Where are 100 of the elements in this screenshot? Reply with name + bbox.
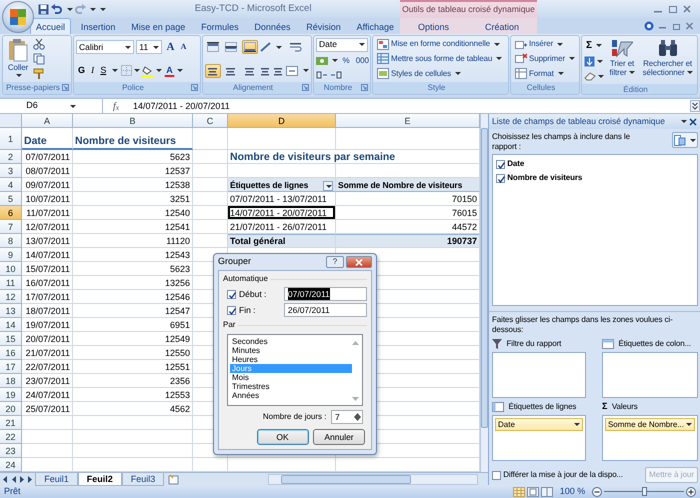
drop-area[interactable]: Somme de Nombre...	[602, 415, 698, 461]
column-header[interactable]: C	[193, 114, 228, 128]
decrease-decimal-icon[interactable]	[330, 70, 342, 80]
caret-icon[interactable]	[686, 423, 692, 426]
help-icon[interactable]	[644, 21, 654, 31]
spreadsheet-cell[interactable]	[73, 416, 193, 430]
spreadsheet-cell[interactable]: 09/07/2011	[22, 178, 73, 192]
caret-icon[interactable]	[628, 71, 635, 74]
spreadsheet-cell[interactable]: Total général	[228, 234, 336, 248]
list-option[interactable]: Années	[230, 391, 352, 400]
zoom-in-icon[interactable]	[686, 486, 696, 496]
dialog-launcher-icon[interactable]	[62, 84, 69, 91]
row-header[interactable]: 6	[0, 206, 22, 220]
conditional-format-button[interactable]: Mise en forme conditionnelle	[375, 37, 504, 52]
spreadsheet-cell[interactable]	[22, 444, 73, 458]
row-header[interactable]: 5	[0, 192, 22, 206]
sheet-tab[interactable]: Feuil3	[122, 473, 164, 486]
row-header[interactable]: 21	[0, 416, 22, 430]
spreadsheet-cell[interactable]	[73, 444, 193, 458]
row-header[interactable]: 9	[0, 248, 22, 262]
checkbox[interactable]	[227, 290, 236, 298]
spreadsheet-cell[interactable]: 12553	[73, 388, 193, 402]
spreadsheet-cell[interactable]: 16/07/2011	[22, 276, 73, 290]
row-header[interactable]: 12	[0, 290, 22, 304]
spreadsheet-cell[interactable]: 14/07/2011	[22, 248, 73, 262]
last-sheet-icon[interactable]	[27, 476, 33, 483]
row-header[interactable]: 3	[0, 164, 22, 178]
caret-icon[interactable]	[569, 57, 576, 60]
eraser-icon[interactable]	[584, 71, 596, 82]
list-option[interactable]: Secondes	[230, 337, 352, 346]
caret-icon[interactable]	[574, 423, 580, 426]
ribbon-tab[interactable]: Accueil	[30, 18, 72, 34]
drop-area[interactable]: Date	[492, 415, 586, 461]
caret-icon[interactable]	[156, 69, 162, 72]
spreadsheet-cell[interactable]: 12540	[73, 206, 193, 220]
spreadsheet-cell[interactable]	[193, 206, 228, 220]
spreadsheet-cell[interactable]: 4562	[73, 402, 193, 416]
underline-button[interactable]: S	[98, 64, 108, 78]
caret-icon[interactable]	[598, 74, 604, 78]
row-header[interactable]: 18	[0, 374, 22, 388]
spreadsheet-cell[interactable]: 07/07/2011 - 13/07/2011	[228, 192, 336, 206]
row-header[interactable]: 11	[0, 276, 22, 290]
column-header[interactable]: B	[73, 114, 193, 128]
paste-icon[interactable]	[7, 38, 29, 62]
field-chip[interactable]: Date	[495, 418, 583, 431]
number-format-field[interactable]: Date	[316, 38, 368, 52]
zoom-slider-thumb[interactable]	[642, 487, 647, 496]
layout-button[interactable]	[672, 132, 698, 148]
align-left-button[interactable]	[205, 64, 221, 78]
caret-icon[interactable]	[276, 46, 282, 49]
spreadsheet-cell[interactable]: 76015	[336, 206, 480, 220]
spreadsheet-cell[interactable]	[73, 430, 193, 444]
name-box[interactable]: D6	[0, 99, 103, 113]
bold-button[interactable]: G	[76, 64, 87, 78]
spreadsheet-cell[interactable]: 08/07/2011	[22, 164, 73, 178]
spreadsheet-cell[interactable]: 12541	[73, 220, 193, 234]
fill-down-icon[interactable]	[584, 56, 595, 68]
ribbon-tab[interactable]: Révision	[300, 18, 347, 34]
fill-color-icon[interactable]	[142, 64, 154, 77]
caret-icon[interactable]	[70, 104, 76, 108]
spreadsheet-cell[interactable]: 17/07/2011	[22, 290, 73, 304]
help-button[interactable]: ?	[326, 256, 344, 268]
close-icon[interactable]	[689, 118, 697, 126]
row-header[interactable]: 1	[0, 128, 22, 150]
sheet-tab[interactable]: Feuil2	[78, 473, 122, 486]
spin-up-icon[interactable]	[354, 412, 361, 417]
cancel-button[interactable]: Annuler	[313, 429, 365, 445]
checkbox[interactable]	[227, 306, 236, 314]
spreadsheet-cell[interactable]: 23/07/2011	[22, 374, 73, 388]
format-painter-icon[interactable]	[33, 68, 45, 80]
paste-button[interactable]: Coller	[5, 37, 31, 81]
spreadsheet-cell[interactable]	[228, 128, 336, 150]
row-header[interactable]: 14	[0, 318, 22, 332]
horizontal-scrollbar[interactable]	[268, 474, 478, 485]
align-top-button[interactable]	[205, 40, 221, 54]
caret-icon[interactable]	[332, 59, 338, 62]
spreadsheet-cell[interactable]: 190737	[336, 234, 480, 248]
row-header[interactable]: 22	[0, 430, 22, 444]
caret-icon[interactable]	[597, 60, 603, 64]
previous-sheet-icon[interactable]	[10, 476, 16, 483]
caret-icon[interactable]	[125, 46, 131, 49]
spreadsheet-cell[interactable]	[193, 128, 228, 150]
spreadsheet-cell[interactable]: 13256	[73, 276, 193, 290]
align-middle-button[interactable]	[223, 40, 240, 54]
merge-cells-icon[interactable]	[286, 66, 298, 76]
spreadsheet-cell[interactable]: 12549	[73, 332, 193, 346]
ribbon-tab[interactable]: Création	[478, 18, 526, 34]
spreadsheet-cell[interactable]: Nombre de visiteurs	[73, 128, 193, 150]
cut-icon[interactable]	[33, 38, 45, 50]
font-name-field[interactable]: Calibri	[76, 40, 134, 54]
spreadsheet-cell[interactable]: 12538	[73, 178, 193, 192]
spreadsheet-cell[interactable]	[193, 220, 228, 234]
caret-icon[interactable]	[455, 72, 462, 76]
row-header[interactable]: 17	[0, 360, 22, 374]
spreadsheet-cell[interactable]: 15/07/2011	[22, 262, 73, 276]
caret-icon[interactable]	[16, 74, 22, 77]
spreadsheet-cell[interactable]: 11120	[73, 234, 193, 248]
increase-indent-icon[interactable]	[273, 66, 284, 76]
checkbox[interactable]	[496, 174, 505, 183]
grow-font-button[interactable]: A	[164, 40, 176, 54]
